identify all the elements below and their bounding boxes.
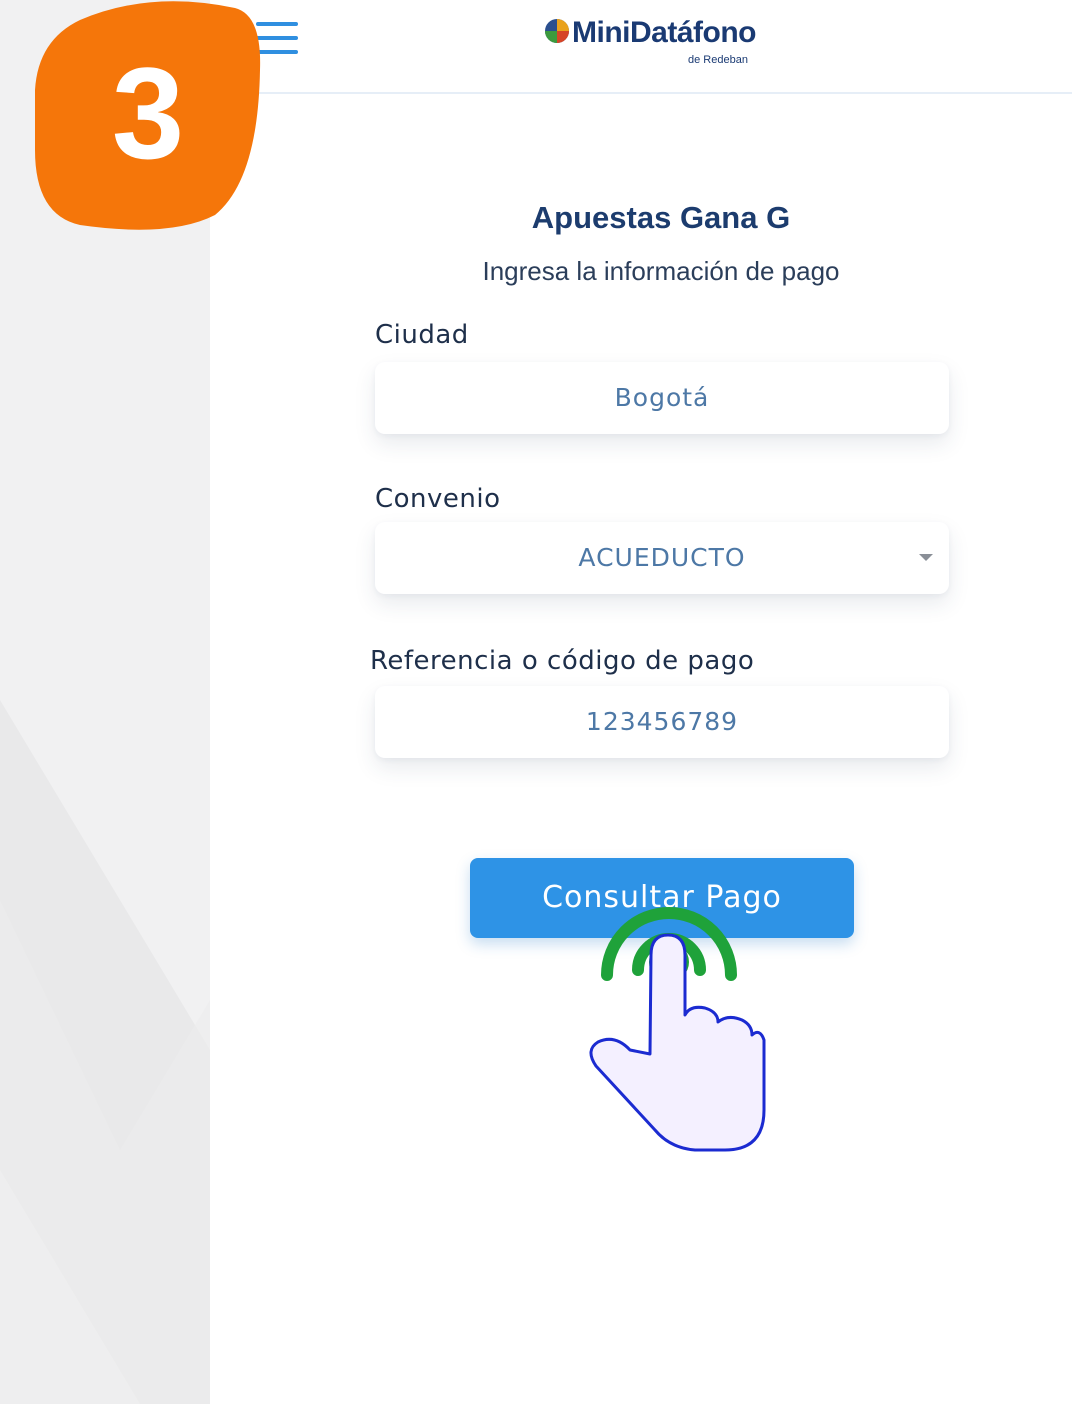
city-label: Ciudad: [375, 320, 469, 350]
page-title: Apuestas Gana G: [531, 200, 791, 235]
reference-label: Referencia o código de pago: [370, 646, 755, 676]
city-field[interactable]: Bogotá: [375, 362, 949, 434]
app-screen: MiniDatáfono de Redeban Apuestas Gana G …: [210, 0, 1072, 1404]
logo-text: MiniDatáfono: [572, 16, 756, 49]
agreement-value: ACUEDUCTO: [578, 543, 746, 572]
logo-subtext: de Redeban: [688, 54, 748, 66]
top-bar: MiniDatáfono de Redeban: [210, 0, 1072, 94]
page-subtitle: Ingresa la información de pago: [482, 256, 840, 286]
consult-payment-label: Consultar Pago: [542, 880, 782, 915]
step-badge: 3: [0, 0, 270, 240]
consult-payment-button[interactable]: Consultar Pago: [470, 858, 854, 938]
agreement-select[interactable]: ACUEDUCTO: [375, 522, 949, 594]
reference-value: 123456789: [585, 707, 739, 736]
logo-mark-icon: [545, 19, 569, 43]
step-number: 3: [111, 40, 185, 186]
logo: MiniDatáfono de Redeban: [544, 12, 794, 72]
chevron-down-icon: [919, 554, 933, 561]
agreement-label: Convenio: [375, 484, 501, 514]
reference-field[interactable]: 123456789: [375, 686, 949, 758]
city-value: Bogotá: [614, 383, 710, 412]
